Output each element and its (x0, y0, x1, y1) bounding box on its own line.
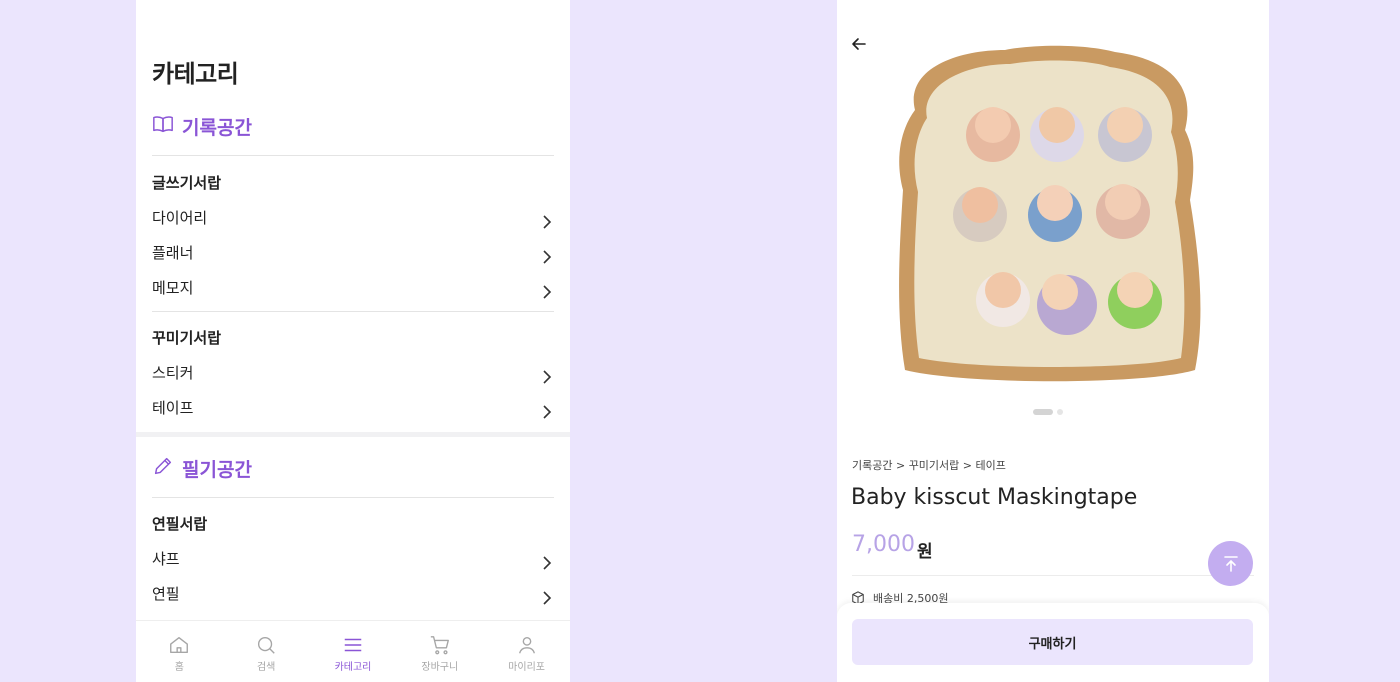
category-item-diary[interactable]: 다이어리 (152, 202, 554, 232)
chevron-right-icon (543, 556, 552, 570)
breadcrumb[interactable]: 기록공간 > 꾸미기서랍 > 테이프 (852, 457, 1006, 473)
divider (152, 497, 554, 498)
bottom-nav: 홈 검색 카테고리 장바구니 마이리포 (136, 620, 570, 682)
category-item-pencil[interactable]: 연필 (152, 578, 554, 608)
home-icon (170, 636, 189, 654)
nav-label: 장바구니 (421, 662, 459, 673)
category-item-sticker[interactable]: 스티커 (152, 357, 554, 387)
book-icon (152, 113, 174, 140)
nav-label: 홈 (174, 662, 184, 673)
menu-icon (344, 638, 362, 652)
item-label: 샤프 (152, 549, 180, 568)
nav-my[interactable]: 마이리포 (483, 621, 570, 682)
section-header-writing[interactable]: 필기공간 (152, 455, 252, 482)
nav-search[interactable]: 검색 (223, 621, 310, 682)
photo-stickers (953, 107, 1162, 335)
chevron-right-icon (543, 250, 552, 264)
category-item-memo[interactable]: 메모지 (152, 272, 554, 302)
category-item-mechanical-pencil[interactable]: 샤프 (152, 543, 554, 573)
chevron-right-icon (543, 591, 552, 605)
section-header-record[interactable]: 기록공간 (152, 113, 252, 140)
group-title: 글쓰기서랍 (152, 174, 222, 192)
arrow-up-icon (1223, 555, 1238, 572)
product-image[interactable] (895, 40, 1207, 385)
item-label: 연필 (152, 584, 180, 603)
nav-label: 마이리포 (508, 662, 545, 673)
divider (852, 575, 1254, 576)
divider (152, 311, 554, 312)
item-label: 메모지 (152, 278, 194, 297)
section-separator (136, 432, 570, 437)
category-item-planner[interactable]: 플래너 (152, 237, 554, 267)
item-label: 플래너 (152, 243, 194, 262)
section-title: 필기공간 (182, 459, 252, 481)
price-currency: 원 (917, 542, 933, 562)
purchase-bar: 구매하기 (837, 603, 1269, 682)
chevron-right-icon (543, 370, 552, 384)
nav-cart[interactable]: 장바구니 (396, 621, 483, 682)
user-icon (518, 636, 535, 654)
product-screen: 기록공간 > 꾸미기서랍 > 테이프 Baby kisscut Maskingt… (837, 0, 1269, 682)
product-price: 7,000 (852, 532, 915, 557)
chevron-right-icon (543, 285, 552, 299)
pagination-dot[interactable] (1057, 409, 1063, 415)
group-title: 연필서랍 (152, 515, 208, 533)
category-screen: 카테고리 기록공간 글쓰기서랍 다이어리 플래너 메모지 꾸미기서랍 스티커 테… (136, 0, 570, 682)
nav-label: 검색 (256, 662, 276, 673)
section-title: 기록공간 (182, 117, 252, 139)
chevron-right-icon (543, 405, 552, 419)
item-label: 테이프 (152, 398, 194, 417)
image-pagination (1033, 409, 1063, 415)
nav-category[interactable]: 카테고리 (310, 621, 397, 682)
nav-label: 카테고리 (334, 662, 372, 673)
pencil-icon (152, 455, 174, 482)
divider (152, 155, 554, 156)
back-arrow-icon[interactable] (849, 34, 869, 54)
cart-icon (430, 636, 449, 655)
category-item-tape[interactable]: 테이프 (152, 392, 554, 422)
product-title: Baby kisscut Maskingtape (851, 485, 1138, 510)
pagination-dot-active[interactable] (1033, 409, 1053, 415)
group-title: 꾸미기서랍 (152, 329, 222, 347)
nav-home[interactable]: 홈 (136, 621, 223, 682)
buy-button[interactable]: 구매하기 (852, 619, 1253, 665)
item-label: 스티커 (152, 363, 194, 382)
search-icon (258, 636, 275, 654)
item-label: 다이어리 (152, 208, 208, 227)
scroll-top-button[interactable] (1208, 541, 1253, 586)
page-title: 카테고리 (152, 60, 239, 88)
chevron-right-icon (543, 215, 552, 229)
